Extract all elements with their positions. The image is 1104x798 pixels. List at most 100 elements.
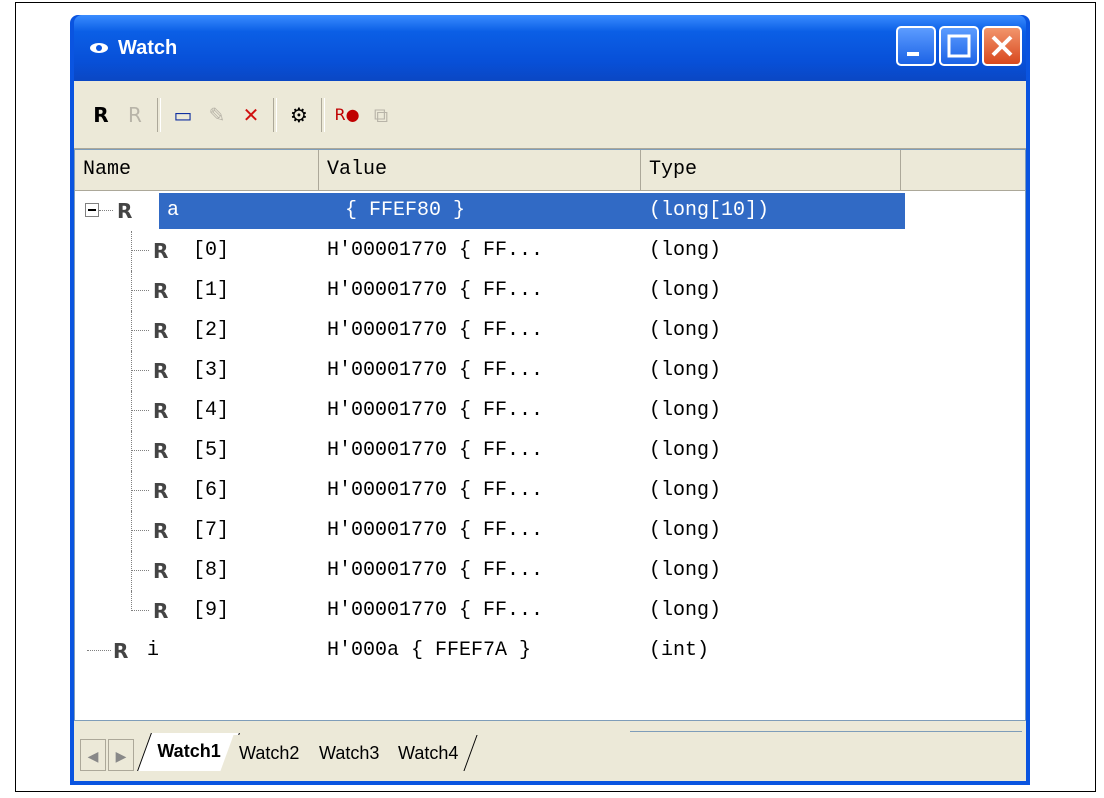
variable-register-icon: R (117, 199, 133, 223)
table-row[interactable]: R [9] H'00001770 { FF... (long) (75, 591, 1025, 631)
edit-button[interactable]: ✎ (200, 98, 234, 132)
variable-register-icon: R (153, 319, 169, 343)
collapse-toggle-icon[interactable] (85, 203, 99, 217)
variable-register-icon: R (153, 439, 169, 463)
cell-type: (long) (649, 599, 722, 622)
cell-value: H'00001770 { FF... (327, 479, 544, 502)
cell-name: [4] (193, 399, 230, 422)
cell-name: a (167, 199, 180, 222)
variable-register-icon: R (153, 559, 169, 583)
column-type-header[interactable]: Type (641, 150, 901, 190)
cell-name: [1] (193, 279, 230, 302)
cell-type: (long) (649, 559, 722, 582)
column-value-header[interactable]: Value (319, 150, 641, 190)
close-button[interactable] (982, 26, 1022, 66)
tab-scroll-left-button[interactable]: ◀ (80, 739, 106, 771)
variable-register-icon: R (153, 399, 169, 423)
table-row[interactable]: Ra { FFEF80 } (long[10]) (75, 191, 1025, 231)
tab-scroll-right-button[interactable]: ▶ (108, 739, 134, 771)
watch-grid: Name Value Type Ra { FFEF80 } (long[10]) R [… (74, 149, 1026, 721)
table-row[interactable]: R [7] H'00001770 { FF... (long) (75, 511, 1025, 551)
tab-label: Watch3 (318, 743, 380, 763)
tree-connector (131, 391, 132, 431)
cell-name: [7] (193, 519, 230, 542)
add-watch-button[interactable]: ▭ (166, 98, 200, 132)
tree-connector (131, 330, 149, 331)
cell-name: [8] (193, 559, 230, 582)
window-title: Watch (118, 37, 178, 59)
column-name-header[interactable]: Name (75, 150, 319, 190)
cell-type: (int) (649, 639, 710, 662)
table-row[interactable]: R [5] H'00001770 { FF... (long) (75, 431, 1025, 471)
maximize-button[interactable] (939, 26, 979, 66)
table-row[interactable]: R [6] H'00001770 { FF... (long) (75, 471, 1025, 511)
title-bar[interactable]: Watch (74, 15, 1026, 81)
cell-value: H'00001770 { FF... (327, 599, 544, 622)
cell-name: [3] (193, 359, 230, 382)
tree-connector (131, 231, 132, 271)
table-row[interactable]: R [1] H'00001770 { FF... (long) (75, 271, 1025, 311)
delete-button[interactable]: ✕ (234, 98, 268, 132)
table-row[interactable]: R [3] H'00001770 { FF... (long) (75, 351, 1025, 391)
maximize-icon (947, 34, 971, 58)
tree-connector (87, 650, 111, 651)
tree-connector (131, 290, 149, 291)
tree-connector (131, 431, 132, 471)
rows-container: Ra { FFEF80 } (long[10]) R [0] H'00001770 { F… (75, 191, 1025, 671)
cell-name: [6] (193, 479, 230, 502)
table-row[interactable]: R [2] H'00001770 { FF... (long) (75, 311, 1025, 351)
settings-button[interactable]: ⚙ (282, 98, 316, 132)
r-button[interactable]: R (84, 98, 118, 132)
column-header: Name Value Type (75, 150, 1025, 191)
tree-connector (131, 410, 149, 411)
watch-app-icon (90, 43, 108, 53)
cell-value: H'00001770 { FF... (327, 519, 544, 542)
tree-connector (131, 490, 149, 491)
cell-value: H'00001770 { FF... (327, 279, 544, 302)
cell-type: (long) (649, 439, 722, 462)
cell-name: [9] (193, 599, 230, 622)
tree-connector (131, 511, 132, 551)
minimize-button[interactable] (896, 26, 936, 66)
variable-register-icon: R (153, 279, 169, 303)
tree-connector (99, 210, 113, 211)
cell-type: (long) (649, 319, 722, 342)
table-row[interactable]: R [0] H'00001770 { FF... (long) (75, 231, 1025, 271)
cell-type: (long) (649, 279, 722, 302)
record-button[interactable]: R● (330, 98, 364, 132)
table-row[interactable]: R [4] H'00001770 { FF... (long) (75, 391, 1025, 431)
cell-value: H'00001770 { FF... (327, 319, 544, 342)
column-filler (901, 150, 1025, 190)
cell-type: (long) (649, 479, 722, 502)
tree-connector (131, 370, 149, 371)
tab-bar: ◀ ▶ Watch1 Watch2 Watch3 Watch4 (80, 731, 478, 771)
table-row[interactable]: Ri H'000a { FFEF7A } (int) (75, 631, 1025, 671)
tree-connector (131, 570, 149, 571)
r-disabled-button[interactable]: R (118, 98, 152, 132)
minimize-icon (907, 52, 919, 56)
copy-button[interactable]: ⧉ (364, 98, 398, 132)
tree-connector (131, 311, 132, 351)
tree-connector (131, 250, 149, 251)
watch-window: Watch R R ▭ ✎ ✕ ⚙ R● ⧉ Name Value Type Ra{ FFEF… (70, 15, 1030, 785)
tab-label: Watch4 (398, 743, 459, 763)
tree-connector (131, 551, 132, 591)
watch-client: R R ▭ ✎ ✕ ⚙ R● ⧉ Name Value Type Ra{ FFEF80 } (l… (74, 81, 1026, 781)
close-icon (991, 35, 1013, 57)
cell-type: (long) (649, 239, 722, 262)
cell-value: H'00001770 { FF... (327, 439, 544, 462)
tree-connector (131, 610, 149, 611)
variable-register-icon: R (153, 479, 169, 503)
cell-name: [0] (193, 239, 230, 262)
tab-watch4[interactable]: Watch4 (379, 735, 478, 771)
cell-value: H'00001770 { FF... (327, 399, 544, 422)
variable-register-icon: R (153, 519, 169, 543)
cell-name: [2] (193, 319, 230, 342)
tree-connector (131, 471, 132, 511)
table-row[interactable]: R [8] H'00001770 { FF... (long) (75, 551, 1025, 591)
toolbar-separator (273, 97, 277, 132)
toolbar-separator (157, 97, 161, 132)
cell-value: H'000a { FFEF7A } (327, 639, 532, 662)
cell-value: { FFEF80 } (345, 199, 466, 222)
toolbar-separator (321, 97, 325, 132)
